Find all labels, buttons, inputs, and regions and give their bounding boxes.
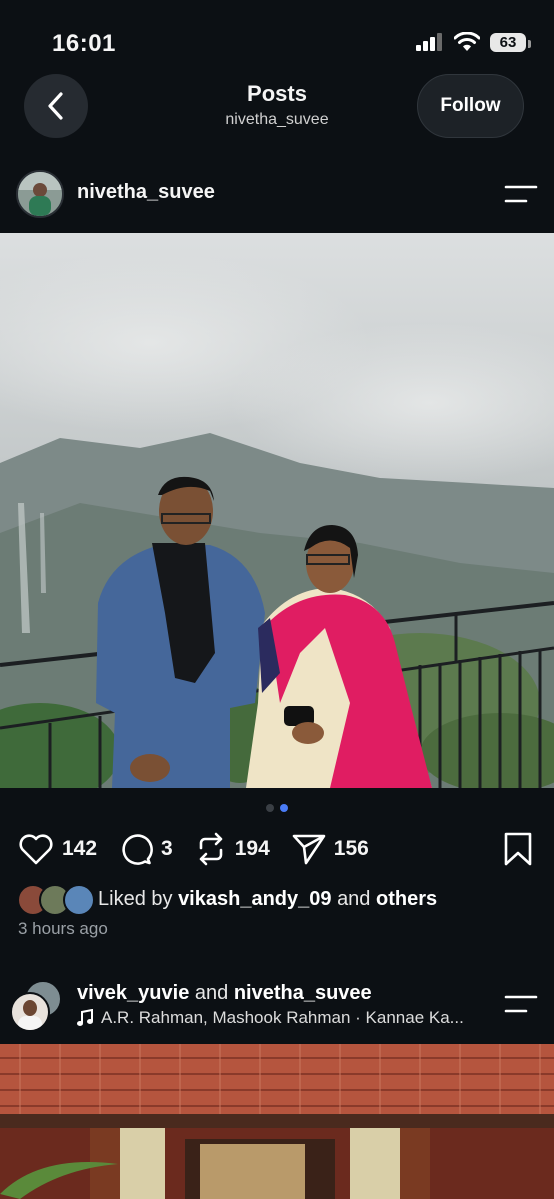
avatar (63, 884, 95, 916)
avatar-image (18, 172, 62, 216)
liked-by-prefix: Liked by (98, 888, 173, 910)
carousel-indicator (0, 804, 554, 812)
comment-button[interactable]: 3 (119, 832, 173, 866)
music-text: A.R. Rahman, Mashook Rahman · Kannae Ka.… (101, 1008, 464, 1027)
follow-button[interactable]: Follow (417, 74, 524, 138)
bookmark-icon[interactable] (503, 832, 533, 866)
next-post-image (0, 1044, 554, 1199)
battery-indicator: 63 (490, 32, 531, 52)
collab-usernames[interactable]: vivek_yuvie and nivetha_suvee (77, 982, 372, 1005)
collab-user-2[interactable]: nivetha_suvee (234, 982, 372, 1004)
liked-by-avatars[interactable] (17, 884, 95, 916)
menu-icon[interactable] (504, 184, 538, 204)
collab-and: and (194, 982, 229, 1004)
status-time: 16:01 (52, 30, 116, 57)
like-button[interactable]: 142 (18, 833, 97, 865)
carousel-dot-active (280, 804, 288, 812)
liked-by-others[interactable]: others (376, 888, 437, 910)
like-count: 142 (62, 837, 98, 860)
liked-by-text[interactable]: Liked by vikash_andy_09 and others (98, 888, 437, 911)
repost-button[interactable]: 194 (195, 832, 270, 866)
comment-icon (122, 834, 153, 865)
music-info[interactable]: A.R. Rahman, Mashook Rahman · Kannae Ka.… (77, 1008, 464, 1028)
post-actions: 142 3 194 156 (18, 832, 391, 866)
post-image (0, 233, 554, 788)
collab-user-1[interactable]: vivek_yuvie (77, 982, 189, 1004)
music-note-icon (77, 1009, 93, 1026)
avatar[interactable] (16, 170, 64, 218)
status-icons: 63 (416, 32, 531, 52)
next-post-photo[interactable] (0, 1044, 554, 1199)
signal-icon (416, 33, 442, 51)
heart-icon (19, 834, 53, 865)
post-timestamp: 3 hours ago (18, 919, 108, 938)
liked-by-and: and (337, 888, 371, 910)
send-icon (292, 834, 326, 865)
repost-count: 194 (234, 837, 270, 860)
liked-by-user[interactable]: vikash_andy_09 (178, 888, 331, 910)
post-username[interactable]: nivetha_suvee (77, 181, 215, 204)
carousel-dot (266, 804, 274, 812)
comment-count: 3 (161, 837, 173, 860)
avatar (10, 992, 50, 1032)
share-count: 156 (333, 837, 369, 860)
wifi-icon (454, 32, 480, 51)
share-button[interactable]: 156 (292, 833, 369, 865)
menu-icon[interactable] (504, 994, 538, 1014)
repost-icon (199, 832, 223, 866)
collab-avatars[interactable] (10, 980, 62, 1032)
post-photo[interactable] (0, 233, 554, 788)
